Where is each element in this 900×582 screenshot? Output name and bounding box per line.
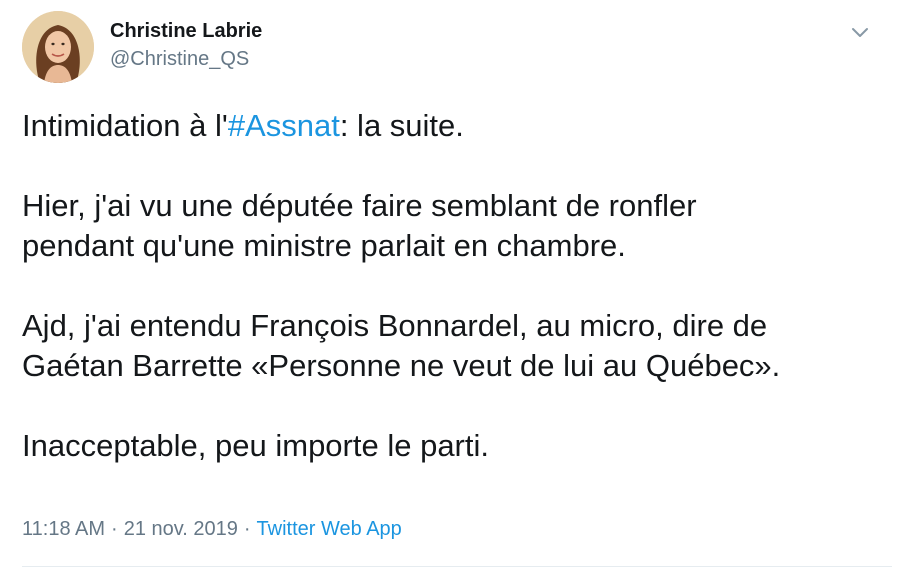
author-handle[interactable]: @Christine_QS	[110, 48, 249, 71]
divider	[22, 566, 892, 567]
tweet-paragraph: Hier, j'ai vu une députée faire semblant…	[22, 186, 892, 266]
hashtag-link[interactable]: #Assnat	[228, 108, 340, 143]
tweet-source-link[interactable]: Twitter Web App	[257, 518, 402, 540]
tweet-paragraph: Intimidation à l'#Assnat: la suite.	[22, 106, 892, 146]
tweet-time[interactable]: 11:18 AM	[22, 518, 105, 540]
avatar[interactable]	[22, 11, 94, 83]
tweet-card: Christine Labrie @Christine_QS Intimidat…	[0, 0, 900, 582]
meta-separator: ·	[243, 518, 251, 540]
avatar-image	[22, 11, 94, 83]
tweet-paragraph: Ajd, j'ai entendu François Bonnardel, au…	[22, 306, 892, 386]
tweet-text: Intimidation à l'#Assnat: la suite. Hier…	[22, 106, 892, 466]
tweet-paragraph: Inacceptable, peu importe le parti.	[22, 426, 892, 466]
tweet-text-line: Gaétan Barrette «Personne ne veut de lui…	[22, 348, 781, 383]
tweet-text-line: pendant qu'une ministre parlait en chamb…	[22, 228, 626, 263]
tweet-text-line: Inacceptable, peu importe le parti.	[22, 428, 489, 463]
tweet-text-segment: : la suite.	[339, 108, 464, 143]
tweet-text-line: Ajd, j'ai entendu François Bonnardel, au…	[22, 308, 768, 343]
tweet-date[interactable]: 21 nov. 2019	[124, 518, 238, 540]
chevron-down-icon[interactable]	[849, 22, 871, 42]
tweet-text-line: Hier, j'ai vu une députée faire semblant…	[22, 188, 697, 223]
tweet-metadata: 11:18 AM · 21 nov. 2019 · Twitter Web App	[22, 518, 402, 541]
author-display-name[interactable]: Christine Labrie	[110, 20, 262, 43]
meta-separator: ·	[111, 518, 118, 540]
tweet-text-segment: Intimidation à l'	[22, 108, 228, 143]
